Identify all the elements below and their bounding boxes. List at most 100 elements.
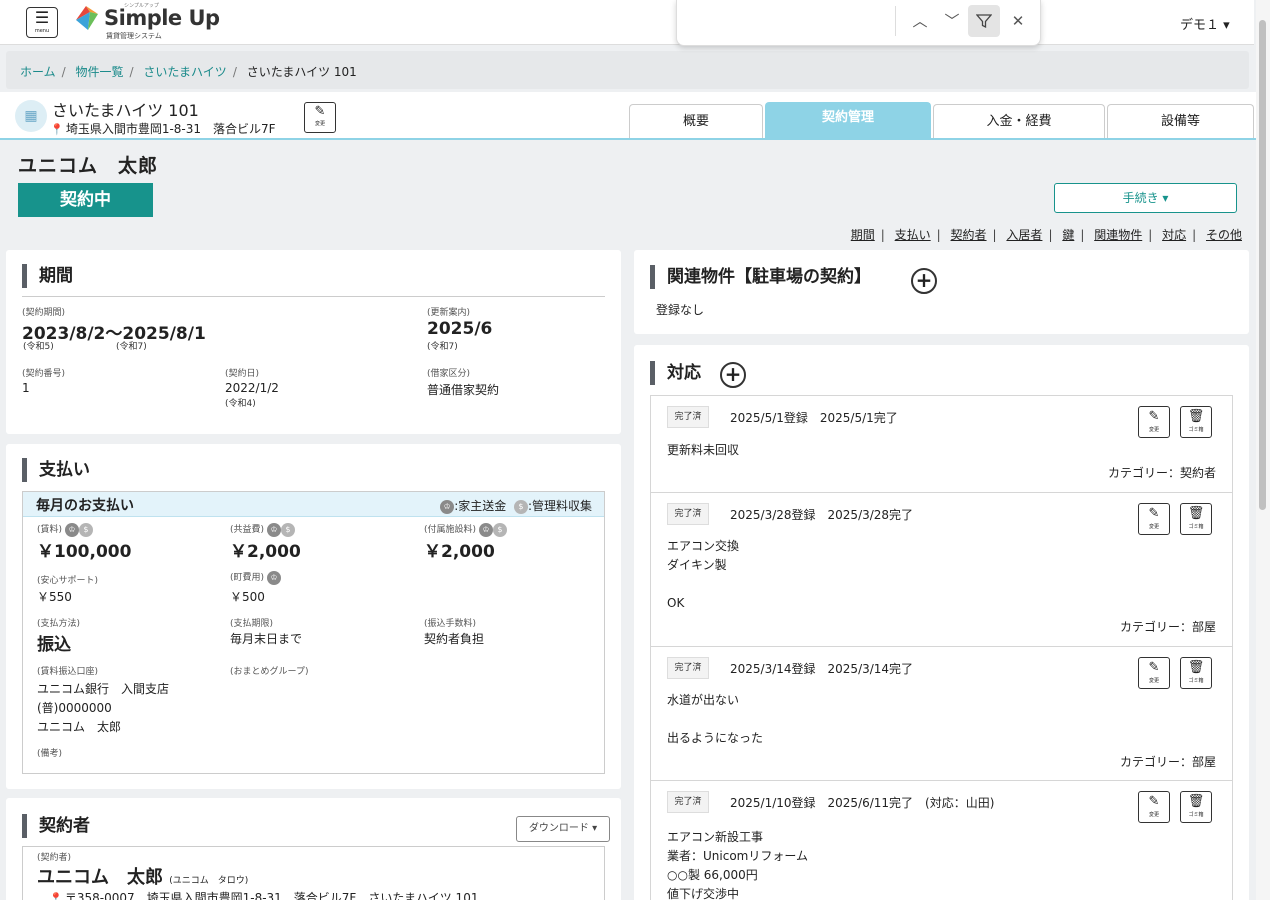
jump-response[interactable]: 対応 — [1162, 228, 1186, 242]
related-title: 関連物件【駐車場の契約】 — [650, 265, 871, 289]
hamburger-menu-button[interactable]: ☰ menu — [26, 7, 58, 38]
response-body: エアコン新設工事 業者：Unicomリフォーム ○○製 66,000円 値下げ交… — [667, 830, 808, 900]
management-fee-icon: $ — [280, 522, 295, 537]
add-response-button[interactable]: + — [720, 362, 746, 388]
period-title: 期間 — [22, 264, 73, 288]
response-date: 2025/3/28登録 2025/3/28完了 — [730, 508, 914, 522]
term-era-start: (令和5) — [23, 342, 54, 352]
account-label: (賃料振込口座) — [37, 667, 99, 677]
renewal-era: (令和7) — [427, 342, 458, 352]
facility-fee-label: (付属施設料) ♔ $ — [424, 522, 507, 537]
user-menu[interactable]: デモ１ ▾ — [1180, 14, 1230, 33]
logo-name: Simple Up — [104, 6, 220, 30]
jump-related[interactable]: 関連物件 — [1094, 228, 1142, 242]
download-dropdown-button[interactable]: ダウンロード ▾ — [516, 816, 610, 842]
find-close-button[interactable]: ✕ — [1002, 5, 1034, 37]
deadline-label: (支払期限) — [230, 619, 274, 629]
payment-method-value: 振込 — [37, 635, 71, 655]
renewal-value: 2025/6 — [427, 319, 493, 339]
response-delete-button[interactable]: 🗑 ゴミ箱 — [1180, 503, 1212, 535]
response-date: 2025/5/1登録 2025/5/1完了 — [730, 411, 898, 425]
deadline-value: 毎月末日まで — [230, 632, 303, 646]
property-edit-button[interactable]: ✎ 変更 — [304, 102, 336, 133]
jump-key[interactable]: 鍵 — [1062, 228, 1074, 242]
contractor-box: (契約者) ユニコム 太郎 (ユニコム タロウ) 📍 〒358-0007 埼玉県… — [22, 846, 605, 900]
pencil-icon: ✎ — [1148, 506, 1160, 521]
town-fee-label: (町費用) ♔ — [230, 570, 281, 585]
period-panel: 期間 (契約期間) 2023/8/2〜2025/8/1 (令和5) (令和7) … — [6, 250, 621, 434]
property-header: ▦ さいたまハイツ 101 📍 埼玉県入間市豊岡1-8-31 落合ビル7F ✎ 変… — [0, 92, 1256, 140]
map-pin-icon: 📍 — [49, 892, 63, 900]
tab-equipment[interactable]: 設備等 — [1107, 104, 1254, 138]
owner-remit-icon: ♔ — [266, 522, 281, 537]
procedure-dropdown-button[interactable]: 手続き ▾ — [1054, 183, 1237, 213]
contract-number-label: (契約番号) — [22, 369, 66, 379]
map-pin-icon: 📍 — [50, 123, 64, 136]
response-body: 更新料未回収 — [667, 443, 740, 457]
group-label: (おまとめグループ) — [230, 667, 309, 677]
find-divider — [895, 6, 896, 36]
find-next-button[interactable]: ﹀ — [936, 5, 968, 37]
account-bank: ユニコム銀行 入間支店 — [37, 682, 170, 696]
breadcrumb-property-list[interactable]: 物件一覧 — [76, 65, 124, 79]
trash-icon: 🗑 — [1187, 794, 1205, 809]
account-number: (普)0000000 — [37, 701, 112, 715]
jump-contractor[interactable]: 契約者 — [951, 228, 987, 242]
related-empty: 登録なし — [656, 303, 705, 317]
add-related-button[interactable]: + — [911, 268, 937, 294]
facility-fee-value: ￥2,000 — [424, 542, 495, 562]
jump-resident[interactable]: 入居者 — [1006, 228, 1042, 242]
jump-period[interactable]: 期間 — [851, 228, 875, 242]
response-edit-button[interactable]: ✎ 変更 — [1138, 791, 1170, 823]
top-bar: ☰ menu シンプルアップ Simple Up 賃貸管理システム デモ１ ▾ — [0, 0, 1254, 45]
payment-method-label: (支払方法) — [37, 619, 81, 629]
scrollbar-thumb[interactable] — [1259, 20, 1266, 510]
response-delete-button[interactable]: 🗑 ゴミ箱 — [1180, 791, 1212, 823]
find-prev-button[interactable]: ︿ — [904, 5, 936, 37]
response-panel: 対応 + 完了済 2025/5/1登録 2025/5/1完了 ✎ 変更 🗑 ゴミ箱 … — [634, 345, 1249, 900]
trash-icon: 🗑 — [1187, 409, 1205, 424]
response-edit-button[interactable]: ✎ 変更 — [1138, 657, 1170, 689]
common-fee-value: ￥2,000 — [230, 542, 301, 562]
account-name: ユニコム 太郎 — [37, 720, 122, 734]
response-category: カテゴリー：契約者 — [1107, 466, 1216, 480]
section-jump-links: 期間 | 支払い | 契約者 | 入居者 | 鍵 | 関連物件 | 対応 | その他 — [850, 228, 1242, 242]
response-delete-button[interactable]: 🗑 ゴミ箱 — [1180, 657, 1212, 689]
jump-other[interactable]: その他 — [1206, 228, 1242, 242]
payment-legend: ♔:家主送金 $:管理料収集 — [440, 497, 592, 514]
property-address: 📍 埼玉県入間市豊岡1-8-31 落合ビル7F — [50, 120, 276, 137]
done-tag: 完了済 — [667, 503, 709, 525]
response-edit-button[interactable]: ✎ 変更 — [1138, 503, 1170, 535]
pencil-icon: ✎ — [1148, 794, 1160, 809]
breadcrumb: ホーム / 物件一覧 / さいたまハイツ / さいたまハイツ 101 — [6, 51, 1249, 89]
tab-payments[interactable]: 入金・経費 — [933, 104, 1105, 138]
trash-icon: 🗑 — [1187, 660, 1205, 675]
response-edit-button[interactable]: ✎ 変更 — [1138, 406, 1170, 438]
contractor-address: 📍 〒358-0007 埼玉県入間市豊岡1-8-31 落合ビル7F さいたまハイ… — [49, 889, 478, 900]
trash-icon: 🗑 — [1187, 506, 1205, 521]
owner-remit-icon: ♔ — [440, 499, 455, 514]
response-date: 2025/1/10登録 2025/6/11完了 (対応：山田) — [730, 796, 995, 810]
tab-contract[interactable]: 契約管理 — [765, 102, 931, 138]
breadcrumb-current: さいたまハイツ 101 — [246, 65, 357, 79]
response-delete-button[interactable]: 🗑 ゴミ箱 — [1180, 406, 1212, 438]
monthly-payment-header: 毎月のお支払い ♔:家主送金 $:管理料収集 — [23, 492, 604, 517]
find-filter-button[interactable] — [968, 5, 1000, 37]
status-badge: 契約中 — [18, 183, 153, 217]
tab-overview[interactable]: 概要 — [629, 104, 763, 138]
done-tag: 完了済 — [667, 791, 709, 813]
breadcrumb-home[interactable]: ホーム — [20, 65, 56, 79]
building-icon: ▦ — [15, 100, 47, 132]
term-era-end: (令和7) — [116, 342, 147, 352]
page-scrollbar[interactable] — [1256, 0, 1270, 900]
support-label: (安心サポート) — [37, 576, 99, 586]
close-icon: ✕ — [1011, 12, 1025, 30]
jump-payment[interactable]: 支払い — [895, 228, 931, 242]
owner-remit-icon: ♔ — [266, 570, 281, 585]
breadcrumb-building[interactable]: さいたまハイツ — [143, 65, 226, 79]
contract-date-label: (契約日) — [225, 369, 260, 379]
rent-value: ￥100,000 — [37, 542, 132, 562]
related-panel: 関連物件【駐車場の契約】 + 登録なし — [634, 250, 1249, 334]
lease-type: 普通借家契約 — [427, 383, 500, 397]
contractor-panel: 契約者 ダウンロード ▾ (契約者) ユニコム 太郎 (ユニコム タロウ) 📍 … — [6, 798, 621, 900]
